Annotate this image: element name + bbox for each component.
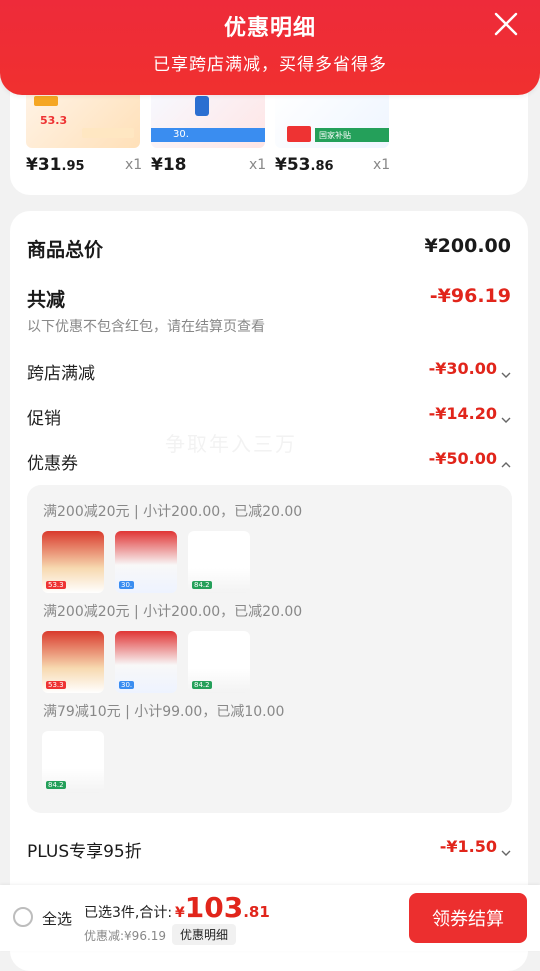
price-tag: 30. [119, 581, 135, 589]
price-tag: 53.3 [46, 681, 66, 689]
coupon-group-title: 满200减20元 | 小计200.00，已减20.00 [43, 504, 303, 520]
chevron-up-icon [501, 454, 511, 467]
total-label: 商品总价 [27, 239, 104, 261]
chevron-down-icon [501, 842, 511, 856]
product-thumbnail[interactable]: 53.3 [42, 531, 104, 593]
close-button[interactable] [492, 10, 520, 38]
reduce-label: 共减 [27, 289, 66, 311]
price-tag [287, 126, 311, 142]
coupon-value: -¥50.00 [428, 449, 497, 468]
promo-strip [151, 128, 265, 142]
total-value: ¥200.00 [424, 235, 511, 257]
product-thumbnail[interactable]: 30. [115, 631, 177, 693]
product-image[interactable]: 53.3 [26, 90, 140, 148]
promotion-row[interactable]: 促销 -¥14.20 [27, 404, 511, 429]
plus-label: PLUS专享95折 [27, 842, 142, 862]
coupon-group-title: 满79减10元 | 小计99.00，已减10.00 [43, 704, 285, 720]
price-tag: 84.2 [46, 781, 66, 789]
selected-count: 已选3件,合计: [84, 905, 173, 921]
plus-value: -¥1.50 [439, 837, 497, 856]
promo-strip [82, 128, 134, 138]
product-badge: 30. [173, 129, 189, 140]
product-thumbnail[interactable]: 53.3 [42, 631, 104, 693]
chevron-down-icon [501, 364, 511, 378]
reduce-row: 共减 -¥96.19 [27, 285, 511, 311]
product-price: ¥31.95 [26, 155, 85, 175]
price-tag: 84.2 [192, 581, 212, 589]
promo-tag [34, 96, 58, 106]
promotion-value: -¥14.20 [428, 404, 497, 423]
discount-note: 以下优惠不包含红包，请在结算页查看 [27, 319, 265, 335]
coupon-groups: 满200减20元 | 小计200.00，已减20.00 53.3 30. 84.… [27, 485, 512, 813]
product-image[interactable]: 国家补贴 [275, 90, 389, 148]
product-thumbnail[interactable]: 30. [115, 531, 177, 593]
promotion-label: 促销 [27, 409, 61, 429]
discount-summary: 优惠减:¥96.19 [84, 929, 167, 943]
page-title: 优惠明细 [223, 16, 316, 41]
reduce-value: -¥96.19 [429, 285, 511, 307]
checkout-bar: 全选 已选3件,合计: ¥103.81 优惠减:¥96.19 优惠明细 领券结算 [0, 885, 540, 951]
product-qty: x1 [373, 157, 391, 173]
product-badge: 国家补贴 [319, 131, 351, 140]
product-thumbnail[interactable]: 84.2 [42, 731, 104, 793]
select-all-radio[interactable] [13, 907, 33, 927]
checkout-button[interactable]: 领券结算 [409, 893, 527, 943]
total-row: 商品总价 ¥200.00 [27, 235, 511, 261]
coupon-row[interactable]: 优惠券 -¥50.00 [27, 449, 511, 474]
cross-store-label: 跨店满减 [27, 364, 95, 384]
product-thumbnail[interactable]: 84.2 [188, 531, 250, 593]
discount-detail-card: 商品总价 ¥200.00 共减 -¥96.19 以下优惠不包含红包，请在结算页查… [10, 211, 528, 971]
close-icon [494, 12, 518, 36]
price-tag: 30. [119, 681, 135, 689]
cross-store-value: -¥30.00 [428, 359, 497, 378]
coupon-label: 优惠券 [27, 454, 78, 474]
total-price: ¥103.81 [175, 891, 270, 924]
cross-store-row[interactable]: 跨店满减 -¥30.00 [27, 359, 511, 384]
discount-detail-button[interactable]: 优惠明细 [172, 924, 237, 945]
product-badge: 53.3 [40, 114, 68, 127]
select-all-label[interactable]: 全选 [42, 908, 72, 929]
plus-row[interactable]: PLUS专享95折 -¥1.50 [27, 837, 511, 862]
product-qty: x1 [249, 157, 267, 173]
chevron-down-icon [501, 409, 511, 423]
header: 优惠明细 已享跨店满减，买得多省得多 [0, 0, 540, 95]
product-qty: x1 [125, 157, 143, 173]
product-price: ¥53.86 [275, 155, 334, 175]
coupon-group-title: 满200减20元 | 小计200.00，已减20.00 [43, 604, 303, 620]
product-price: ¥18 [151, 155, 187, 175]
product-image[interactable]: 30. [151, 90, 265, 148]
product-shape [195, 96, 209, 116]
product-thumbnail[interactable]: 84.2 [188, 631, 250, 693]
page-subtitle: 已享跨店满减，买得多省得多 [153, 55, 387, 75]
price-tag: 84.2 [192, 681, 212, 689]
price-tag: 53.3 [46, 581, 66, 589]
